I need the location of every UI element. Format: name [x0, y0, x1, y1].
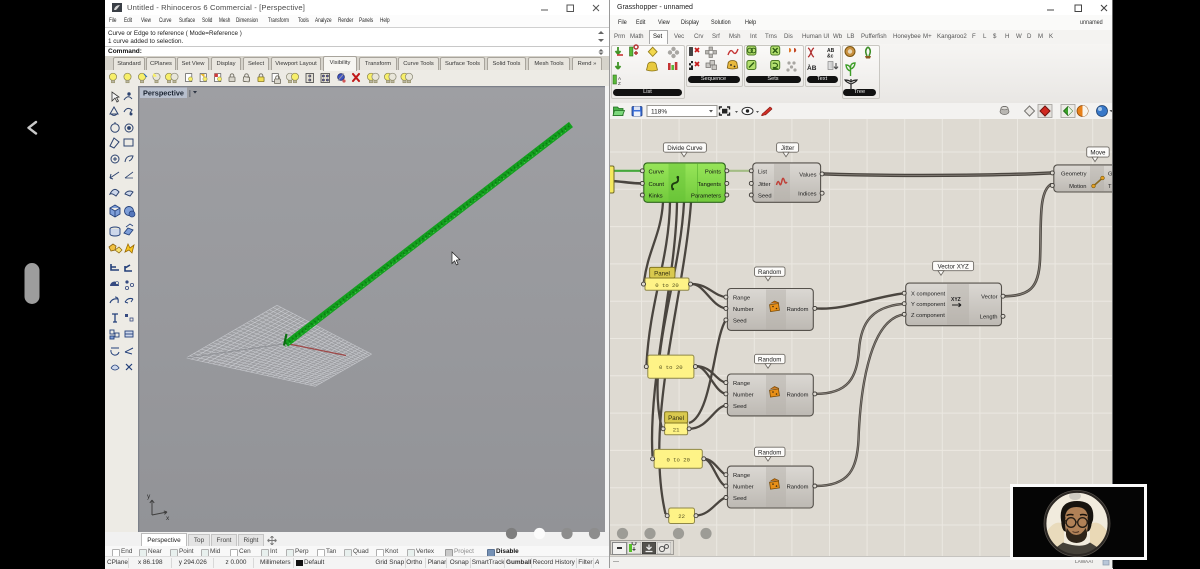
- svg-text:Move: Move: [1090, 150, 1106, 157]
- svg-text:0 to 20: 0 to 20: [655, 282, 679, 289]
- svg-text:Motion: Motion: [1069, 184, 1086, 190]
- svg-text:|: |: [189, 91, 191, 98]
- svg-text:Range: Range: [733, 296, 750, 302]
- svg-text:Values: Values: [799, 172, 816, 178]
- svg-text:&c: &c: [827, 54, 834, 60]
- svg-text:Jitter: Jitter: [758, 182, 771, 188]
- svg-text:Count: Count: [649, 182, 665, 188]
- svg-text:Geometry: Geometry: [1061, 171, 1087, 177]
- svg-text:Z: Z: [618, 81, 621, 86]
- svg-text:Vector: Vector: [981, 295, 998, 301]
- svg-text:Indices: Indices: [798, 192, 816, 198]
- svg-text:Panel: Panel: [668, 415, 684, 422]
- svg-text:Random: Random: [758, 269, 781, 276]
- svg-text:Random: Random: [758, 450, 781, 457]
- svg-text:Random: Random: [787, 307, 809, 313]
- svg-text:Points: Points: [705, 169, 721, 175]
- svg-text:0 to 20: 0 to 20: [666, 457, 690, 464]
- svg-text:Tangents: Tangents: [697, 182, 721, 188]
- svg-text:List: List: [758, 169, 767, 175]
- svg-text:Random: Random: [758, 357, 781, 364]
- svg-text:Length: Length: [980, 315, 998, 321]
- svg-text:Curve: Curve: [649, 169, 664, 175]
- svg-text:Vector XYZ: Vector XYZ: [937, 264, 969, 271]
- svg-text:Kinks: Kinks: [649, 194, 663, 200]
- svg-text:Number: Number: [733, 307, 754, 313]
- svg-text:Divide Curve: Divide Curve: [667, 145, 703, 152]
- svg-text:118%: 118%: [651, 109, 667, 116]
- svg-text:Y component: Y component: [911, 302, 945, 308]
- svg-text:Parameters: Parameters: [691, 194, 721, 200]
- svg-text:Seed: Seed: [733, 318, 747, 324]
- svg-text:Jitter: Jitter: [781, 145, 794, 152]
- svg-text:Perspective: Perspective: [143, 89, 184, 98]
- svg-text:Seed: Seed: [758, 194, 772, 200]
- svg-text:0 to 20: 0 to 20: [659, 364, 683, 371]
- svg-text:22: 22: [678, 513, 685, 520]
- svg-text:ÀB: ÀB: [807, 63, 817, 72]
- svg-text:Z component: Z component: [911, 313, 945, 319]
- svg-text:21: 21: [673, 427, 680, 434]
- svg-text:X component: X component: [911, 292, 946, 298]
- svg-text:Panel: Panel: [654, 270, 670, 277]
- svg-text:XYZ: XYZ: [951, 297, 961, 303]
